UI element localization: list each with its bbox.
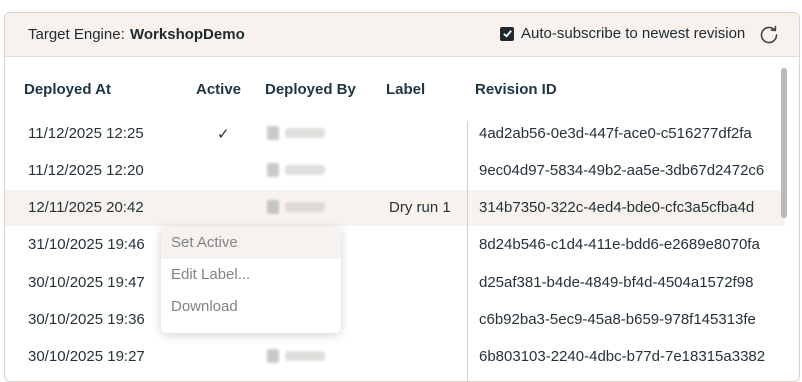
user-avatar-icon bbox=[267, 349, 325, 363]
revision-id-cell: 6b803103-2240-4dbc-b77d-7e18315a3382 bbox=[479, 348, 766, 365]
table-row[interactable]: 31/10/2025 19:46 8d24b546-c1d4-411e-bdd6… bbox=[5, 227, 785, 263]
label-cell: Dry run 1 bbox=[389, 199, 451, 216]
engine-label: Target Engine: bbox=[28, 26, 125, 43]
table-row[interactable]: 30/10/2025 19:47 d25af381-b4de-4849-bf4d… bbox=[5, 265, 785, 301]
column-divider bbox=[467, 121, 468, 381]
revision-id-cell: c6b92ba3-5ec9-45a8-b659-978f145313fe bbox=[479, 311, 756, 328]
table-row[interactable]: 30/10/2025 19:36 c6b92ba3-5ec9-45a8-b659… bbox=[5, 302, 785, 338]
deployed-by-cell bbox=[267, 349, 325, 367]
user-avatar-icon bbox=[267, 163, 325, 177]
revision-id-cell: 4ad2ab56-0e3d-447f-ace0-c516277df2fa bbox=[479, 125, 752, 142]
user-avatar-icon bbox=[267, 126, 325, 140]
col-revision-id[interactable]: Revision ID bbox=[475, 81, 557, 98]
col-deployed-at[interactable]: Deployed At bbox=[24, 81, 111, 98]
deployed-by-cell bbox=[267, 163, 325, 181]
deployed-by-cell bbox=[267, 126, 325, 144]
table-row[interactable]: 30/10/2025 19:27 6b803103-2240-4dbc-b77d… bbox=[5, 339, 785, 375]
engine-name: WorkshopDemo bbox=[130, 26, 245, 43]
edit-label-menu-item[interactable]: Edit Label... bbox=[161, 259, 341, 291]
col-deployed-by[interactable]: Deployed By bbox=[265, 81, 356, 98]
revision-id-cell: 9ec04d97-5834-49b2-aa5e-3db67d2472c6 bbox=[479, 162, 765, 179]
auto-subscribe-label: Auto-subscribe to newest revision bbox=[521, 25, 746, 42]
deployed-at-cell: 30/10/2025 19:47 bbox=[28, 274, 145, 291]
active-check-icon: ✓ bbox=[217, 126, 230, 143]
revision-id-cell: 314b7350-322c-4ed4-bde0-cfc3a5cfba4d bbox=[479, 199, 755, 216]
deployed-at-cell: 11/12/2025 12:25 bbox=[28, 125, 144, 142]
deployed-at-cell: 30/10/2025 19:36 bbox=[28, 311, 145, 328]
table-header: Deployed At Active Deployed By Label Rev… bbox=[5, 81, 785, 101]
table-row[interactable]: 11/12/2025 12:20 9ec04d97-5834-49b2-aa5e… bbox=[5, 153, 785, 189]
revision-id-cell: 8d24b546-c1d4-411e-bdd6-e2689e8070fa bbox=[479, 236, 760, 253]
user-avatar-icon bbox=[267, 200, 325, 214]
set-active-menu-item[interactable]: Set Active bbox=[161, 227, 341, 259]
download-menu-item[interactable]: Download bbox=[161, 291, 341, 323]
revision-id-cell: d25af381-b4de-4849-bf4d-4504a1572f98 bbox=[479, 274, 754, 291]
deployed-at-cell: 11/12/2025 12:20 bbox=[28, 162, 144, 179]
table-row-selected[interactable]: 12/11/2025 20:42 Dry run 1 314b7350-322c… bbox=[5, 190, 785, 226]
deployed-by-cell bbox=[267, 200, 325, 218]
deployed-at-cell: 30/10/2025 19:27 bbox=[28, 348, 145, 365]
checkmark-icon bbox=[502, 30, 512, 38]
auto-subscribe-checkbox[interactable] bbox=[500, 26, 514, 41]
row-context-menu: Set Active Edit Label... Download bbox=[161, 227, 341, 333]
col-active[interactable]: Active bbox=[196, 81, 241, 98]
engine-header: Target Engine: WorkshopDemo Auto-subscri… bbox=[5, 13, 799, 57]
deployed-at-cell: 31/10/2025 19:46 bbox=[28, 236, 145, 253]
refresh-icon[interactable] bbox=[757, 23, 781, 47]
col-label[interactable]: Label bbox=[386, 81, 425, 98]
revisions-panel: Target Engine: WorkshopDemo Auto-subscri… bbox=[4, 12, 800, 382]
vertical-scrollbar[interactable] bbox=[781, 68, 787, 218]
auto-subscribe-toggle[interactable]: Auto-subscribe to newest revision bbox=[500, 25, 745, 42]
deployed-at-cell: 12/11/2025 20:42 bbox=[28, 199, 144, 216]
table-row[interactable]: 11/12/2025 12:25 ✓ 4ad2ab56-0e3d-447f-ac… bbox=[5, 116, 785, 152]
